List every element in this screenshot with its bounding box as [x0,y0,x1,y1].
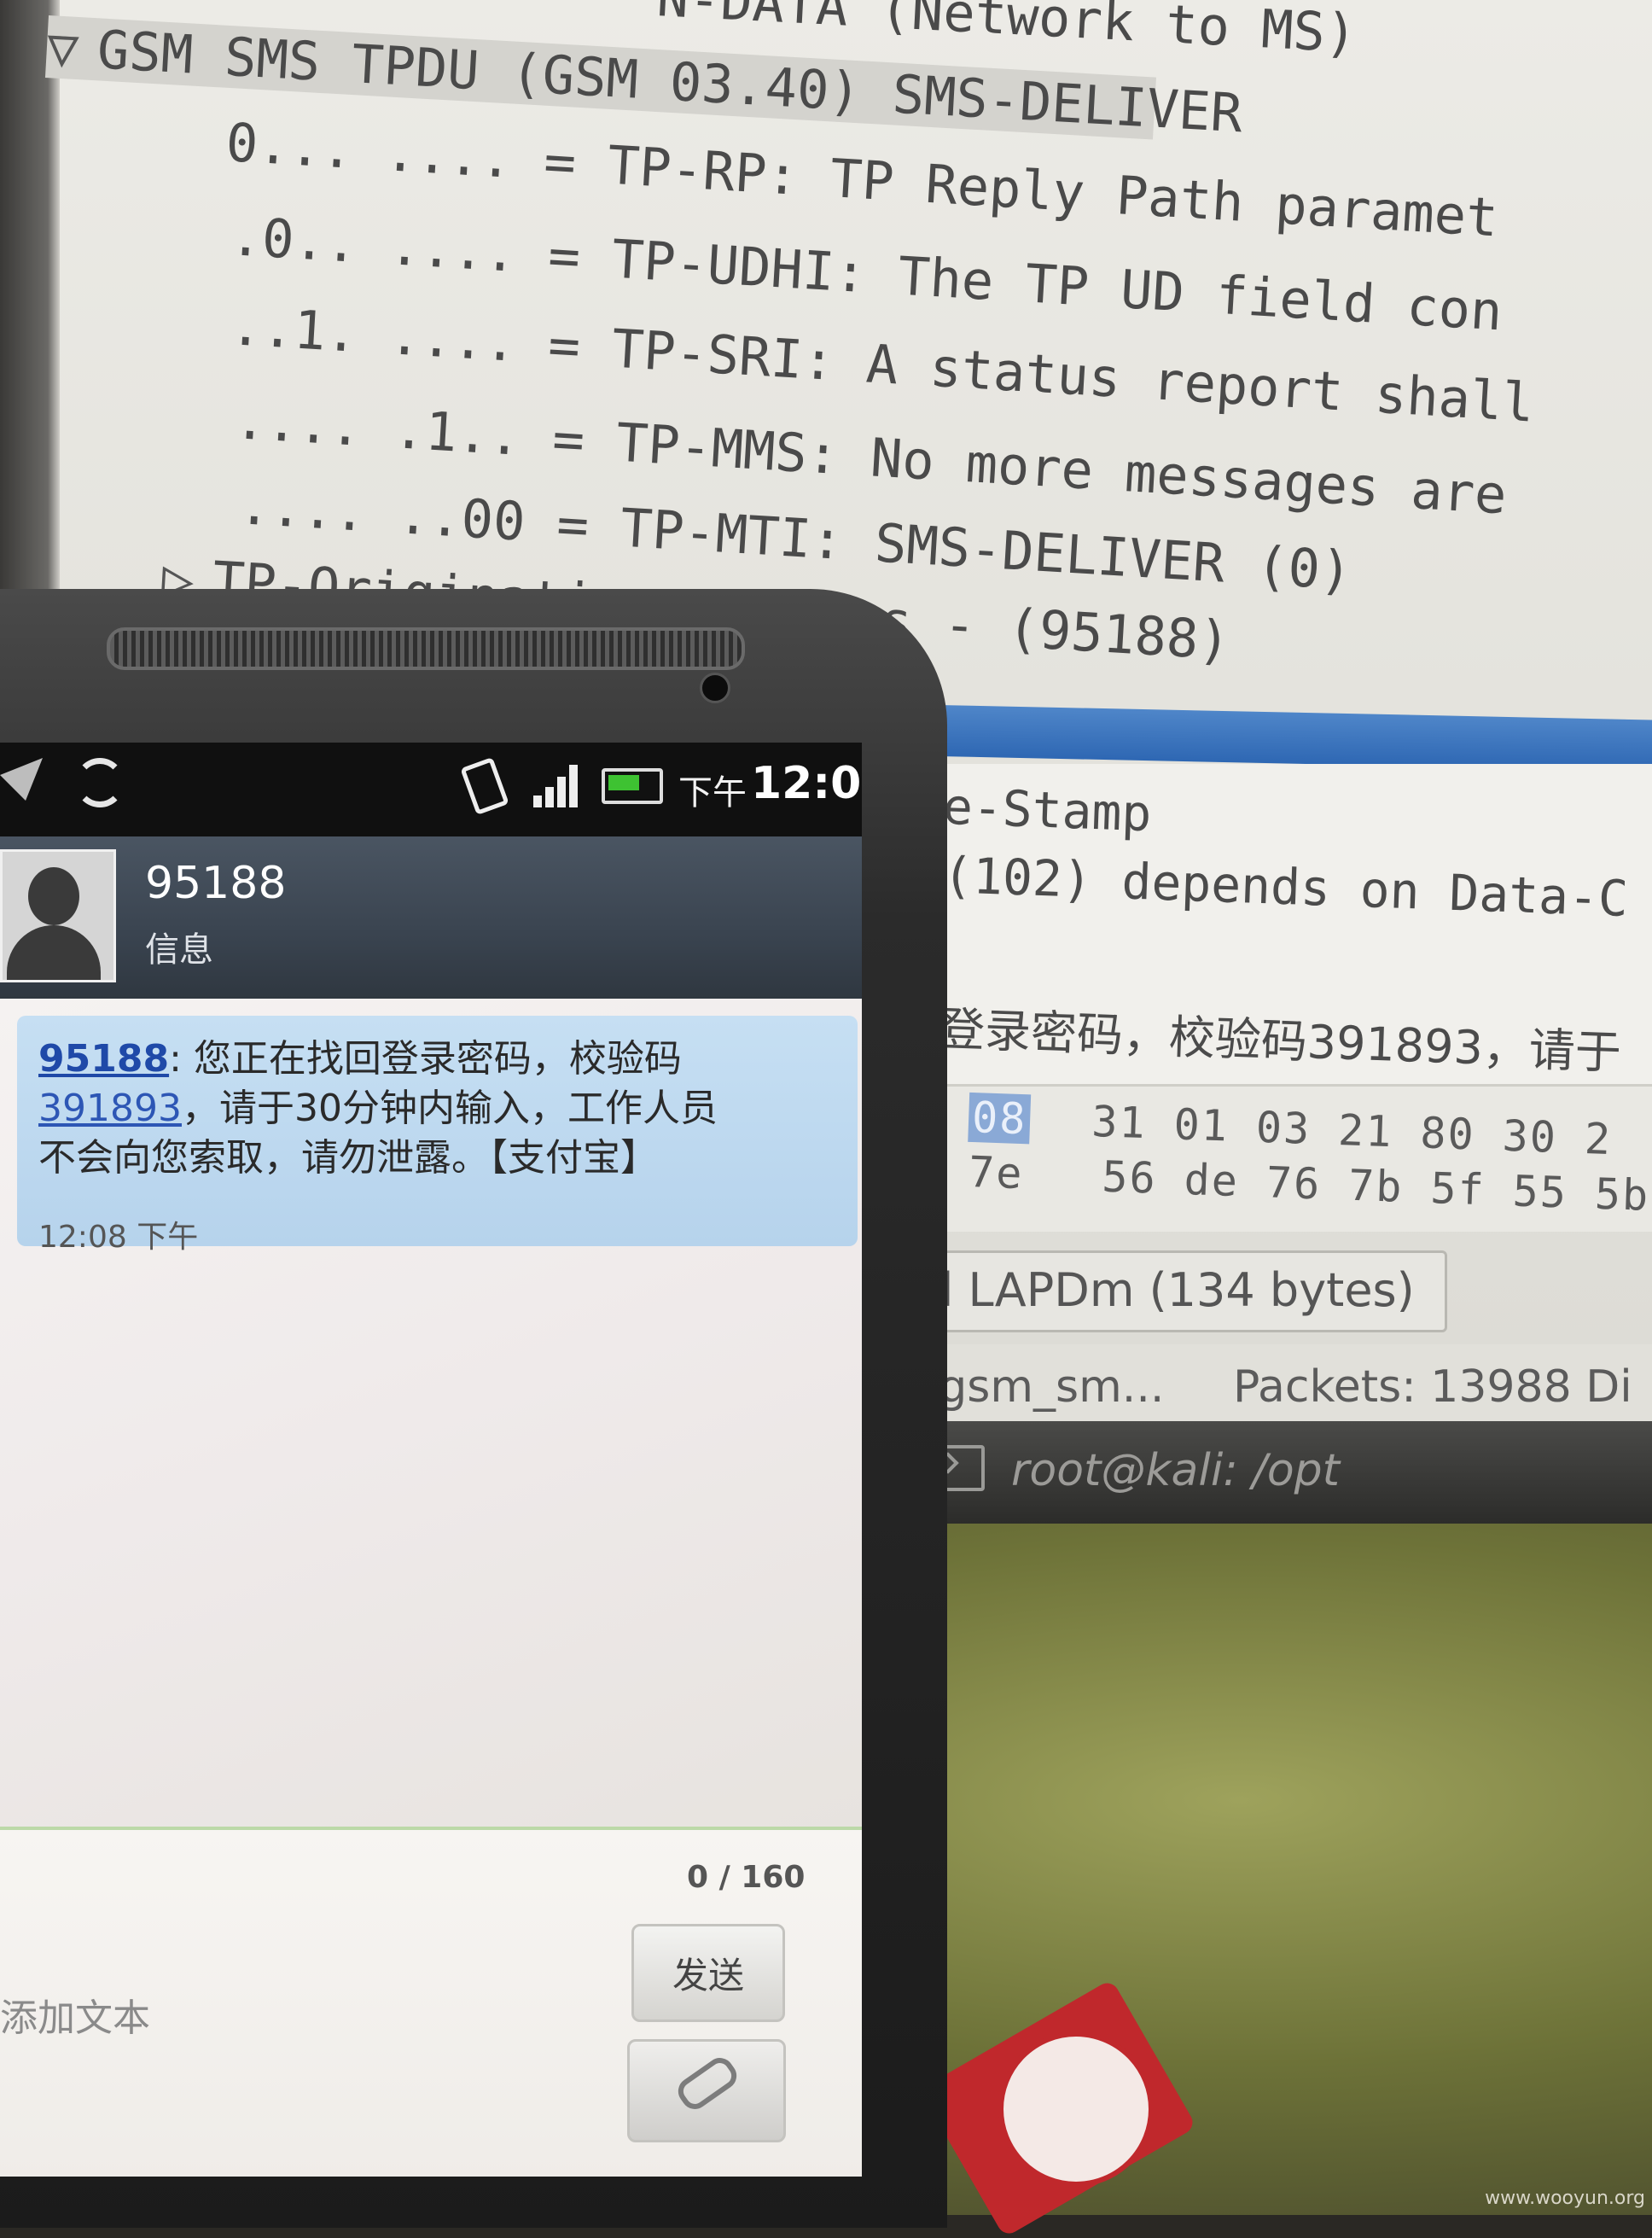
contact-subtitle: 信息 [145,930,213,970]
signal-strength-icon [533,760,585,807]
character-counter: 0 / 160 [687,1860,806,1895]
message-sender-link[interactable]: 95188 [38,1037,169,1081]
conversation-header: 95188 信息 [0,836,862,999]
attach-button[interactable] [627,2039,786,2142]
disc-sticker-icon [998,2031,1154,2187]
pane-divider [921,704,1652,772]
hex-byte: 7e [968,1147,1025,1199]
watermark: www.wooyun.org [1485,2188,1645,2209]
notification-app-icon [0,758,43,801]
expand-triangle-icon[interactable]: ▽ [45,15,80,79]
message-text: 95188: 您正在找回登录密码，校验码391893，请于30分钟内输入，工作人… [38,1034,747,1183]
detail-line-sms-text: 登录密码，校验码391893，请于 [937,1002,1622,1080]
monitor-bezel [0,0,60,597]
phone-speaker-grille [107,627,745,670]
sync-icon [75,758,125,807]
hex-selected-byte[interactable]: 08 [968,1092,1032,1145]
taskbar: root@kali: /opt [905,1421,1652,1524]
lapdm-bytes-tab[interactable]: d LAPDm (134 bytes) [905,1250,1447,1332]
status-time-period: 下午 [678,773,747,813]
message-list: 95188: 您正在找回登录密码，校验码391893，请于30分钟内输入，工作人… [0,999,862,1827]
android-status-bar: 下午 12:04 [0,743,862,836]
terminal-window-title[interactable]: root@kali: /opt [1011,1445,1340,1496]
lapdm-tab-label: d LAPDm (134 bytes) [924,1263,1415,1317]
hex-dump-pane: 08 31 01 03 21 80 30 2 7e 56 de 76 7b 5f… [930,1084,1652,1232]
status-packet-count: Packets: 13988 Di [1233,1361,1632,1413]
detail-line-depends: (102) depends on Data-C [942,846,1630,928]
battery-icon [602,768,663,804]
message-timestamp: 12:08 下午 [38,1220,199,1255]
contact-name: 95188 [145,858,287,909]
send-button[interactable]: 发送 [631,1924,785,2022]
person-silhouette-body [7,925,101,980]
verification-code-link[interactable]: 391893 [38,1087,182,1130]
phone-camera-icon [700,673,730,703]
message-body-part: : 您正在找回登录密码，校验码 [169,1037,682,1081]
status-time: 12:04 [751,758,862,809]
vibrate-icon [460,756,509,816]
phone-screen: 下午 12:04 95188 信息 95188: 您正在找回登录密码，校验码39… [0,743,862,2177]
person-silhouette-icon [28,867,79,925]
paperclip-icon [672,2052,742,2115]
message-input[interactable] [0,1847,614,2177]
wireshark-status-bar: (gsm_sm... Packets: 13988 Di [905,1344,1652,1421]
status-filter-name: (gsm_sm... [922,1361,1165,1413]
message-bubble[interactable]: 95188: 您正在找回登录密码，校验码391893，请于30分钟内输入，工作人… [17,1016,858,1255]
detail-line-timestamp: e-Stamp [941,777,1153,843]
compose-area: 0 / 160 发送 [0,1827,862,2177]
contact-avatar[interactable] [0,849,116,982]
